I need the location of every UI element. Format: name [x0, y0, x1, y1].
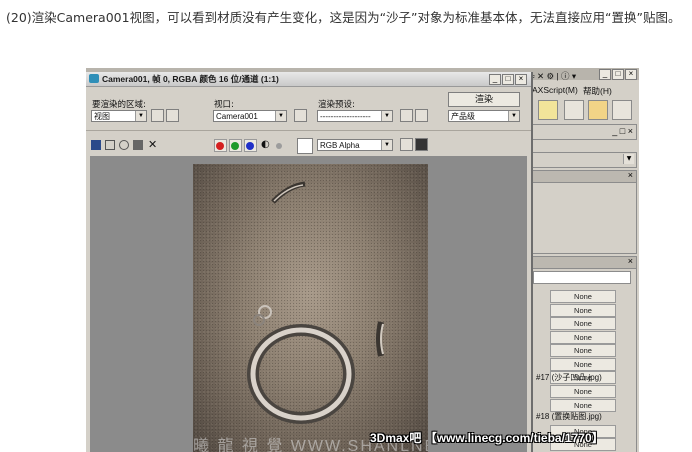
panel-properties: ×	[530, 170, 637, 254]
chevron-down-icon[interactable]: ▼	[275, 111, 286, 121]
chevron-down-icon[interactable]: ▼	[381, 111, 392, 121]
channel-value: RGB Alpha	[320, 141, 360, 150]
rendered-frame-window: Camera001, 帧 0, RGBA 颜色 16 位/通道 (1:1) _ …	[86, 72, 533, 452]
quality-select[interactable]: 产品级 ▼	[448, 110, 520, 122]
minimize-button[interactable]: _	[489, 74, 501, 85]
save-icon[interactable]	[91, 140, 101, 150]
panel-dropdown[interactable]: ▼	[530, 152, 637, 168]
teapot-icon	[89, 74, 99, 83]
map-slot[interactable]: None	[550, 304, 616, 317]
quick-render-icon[interactable]	[612, 100, 632, 120]
menu-icons[interactable]: ≈ ✕ ⚙ | ⓘ ▾	[530, 70, 576, 82]
map-slot[interactable]: None	[550, 385, 616, 398]
toolbar-divider	[86, 130, 531, 131]
map-slot[interactable]: None	[550, 344, 616, 357]
chevron-down-icon[interactable]: ▼	[508, 111, 519, 121]
print-icon[interactable]	[133, 140, 143, 150]
viewport-select[interactable]: Camera001 ▼	[213, 110, 287, 122]
render-setup-icon[interactable]	[400, 109, 413, 122]
map-slot[interactable]: None	[550, 290, 616, 303]
render-window-title: Camera001, 帧 0, RGBA 颜色 16 位/通道 (1:1)	[102, 74, 279, 84]
preset-select[interactable]: ------------------- ▼	[317, 110, 393, 122]
green-channel-icon	[231, 142, 239, 150]
clone-icon[interactable]	[119, 140, 129, 150]
max-minimize-button[interactable]: _	[599, 69, 611, 80]
map-search-input[interactable]	[533, 271, 631, 284]
caption-text: (20)渲染Camera001视图，可以看到材质没有产生变化，这是因为“沙子”对…	[6, 10, 681, 25]
channel-select[interactable]: RGB Alpha ▼	[317, 139, 393, 151]
large-ring-highlight	[250, 327, 352, 421]
render-window-titlebar[interactable]: Camera001, 帧 0, RGBA 颜色 16 位/通道 (1:1) _ …	[86, 72, 531, 87]
render-button[interactable]: 渲染	[448, 92, 520, 107]
panel-header: ×	[531, 170, 636, 183]
mono-icon[interactable]	[276, 143, 282, 149]
blue-channel-icon	[246, 142, 254, 150]
environment-icon[interactable]	[415, 109, 428, 122]
max-restore-button[interactable]: □	[612, 69, 624, 80]
panel-row: _ □ ×	[530, 124, 637, 140]
map-slot-18[interactable]: #18 (置换贴图.jpg)	[536, 411, 602, 422]
auto-region-icon[interactable]	[166, 109, 179, 122]
credit-text: 3Dmax吧 【www.linecg.com/tieba/1770】	[370, 431, 604, 445]
chevron-down-icon[interactable]: ▼	[623, 154, 634, 164]
menu-maxscript[interactable]: AXScript(M)	[532, 85, 578, 95]
map-slot[interactable]: None	[550, 317, 616, 330]
preset-label: 渲染预设:	[318, 100, 355, 110]
maximize-button[interactable]: □	[502, 74, 514, 85]
menu-help[interactable]: 帮助(H)	[583, 85, 612, 97]
red-channel-icon	[216, 142, 224, 150]
rendered-image: 曦 龍 視 覺 WWW.SHANLNET	[193, 164, 428, 452]
copy-icon[interactable]	[105, 140, 115, 150]
toggle-ui-icon[interactable]	[400, 138, 413, 151]
ring-fragment	[271, 181, 306, 204]
chevron-down-icon[interactable]: ▼	[381, 140, 392, 150]
chevron-down-icon[interactable]: ▼	[135, 111, 146, 121]
alpha-icon[interactable]: ◐	[261, 139, 270, 150]
map-slot-17[interactable]: #17 (沙子凹凸.jpg)	[536, 372, 602, 383]
rendered-objects	[247, 181, 384, 424]
max-close-button[interactable]: ×	[625, 69, 637, 80]
render-setup-icon[interactable]	[564, 100, 584, 120]
display-icon[interactable]	[415, 138, 428, 151]
panel-close-icon[interactable]: _ □ ×	[612, 126, 633, 136]
area-select[interactable]: 视图 ▼	[91, 110, 147, 122]
panel-header: ×	[531, 256, 636, 269]
render-viewport: 曦 龍 視 覺 WWW.SHANLNET	[90, 156, 527, 452]
close-button[interactable]: ×	[515, 74, 527, 85]
color-swatch[interactable]	[297, 138, 313, 154]
quality-value: 产品级	[451, 112, 475, 121]
lock-icon[interactable]	[294, 109, 307, 122]
preset-value: -------------------	[320, 112, 371, 121]
map-slot[interactable]: None	[550, 358, 616, 371]
small-ring	[253, 314, 265, 326]
viewport-value: Camera001	[216, 112, 258, 121]
clear-icon[interactable]: ✕	[148, 138, 157, 151]
close-icon[interactable]: ×	[628, 256, 633, 266]
area-value: 视图	[94, 112, 110, 121]
ring-fragment-highlight	[380, 323, 384, 355]
area-label: 要渲染的区域:	[92, 100, 146, 110]
map-slot[interactable]: None	[550, 331, 616, 344]
close-icon[interactable]: ×	[628, 170, 633, 180]
screenshot-3dsmax: ≈ ✕ ⚙ | ⓘ ▾ _ □ × AXScript(M) 帮助(H) _ □ …	[86, 68, 639, 452]
teapot-icon[interactable]	[538, 100, 558, 120]
edit-region-icon[interactable]	[151, 109, 164, 122]
viewport-label: 视口:	[214, 100, 234, 110]
render-frame-icon[interactable]	[588, 100, 608, 120]
